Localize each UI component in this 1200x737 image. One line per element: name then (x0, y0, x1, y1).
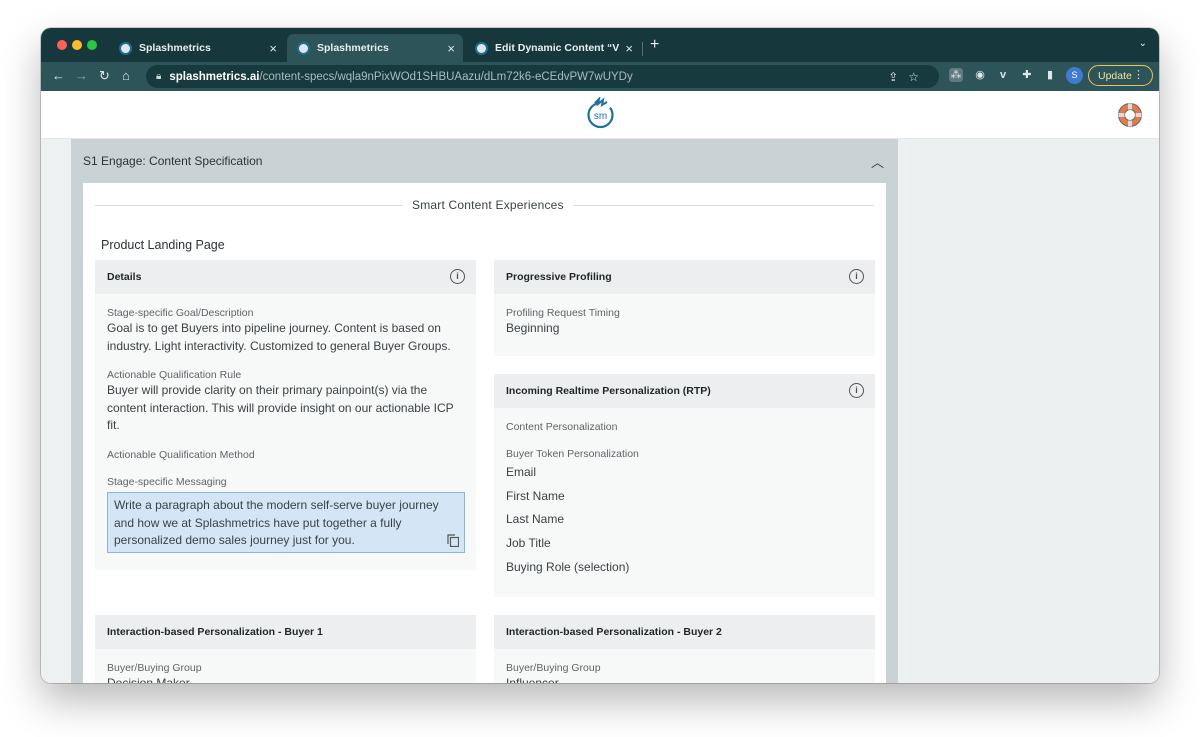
address-bar[interactable]: 🔒︎ splashmetrics.ai /content-specs/wqla9… (146, 65, 939, 88)
browser-toolbar: ← → ↻ ⌂ 🔒︎ splashmetrics.ai /content-spe… (41, 62, 1159, 91)
aq-rule-label: Actionable Qualification Rule (107, 369, 242, 381)
info-icon[interactable]: i (450, 269, 465, 284)
accordion-title: S1 Engage: Content Specification (83, 153, 263, 168)
token-item: Job Title (506, 536, 551, 550)
messaging-label: Stage-specific Messaging (107, 476, 227, 488)
close-icon[interactable]: × (269, 41, 277, 56)
buyer-2-card: Interaction-based Personalization - Buye… (494, 615, 875, 683)
token-item: First Name (506, 489, 565, 503)
aq-method-label: Actionable Qualification Method (107, 449, 255, 461)
lock-icon: 🔒︎ (156, 71, 162, 82)
buyer-group-value: Influencer (506, 676, 559, 683)
chevron-up-icon[interactable]: ︿ (871, 152, 884, 171)
browser-window: Splashmetrics × Splashmetrics × Edit Dyn… (41, 28, 1159, 683)
tab-title: Splashmetrics (139, 42, 211, 54)
rtp-card: Incoming Realtime Personalization (RTP) … (494, 374, 875, 597)
back-arrow-icon[interactable]: ← (52, 68, 65, 83)
buyer-group-label: Buyer/Buying Group (107, 662, 202, 674)
tab-search-chevron-icon[interactable]: ⌄ (1139, 38, 1147, 49)
zoom-window-button[interactable] (87, 40, 97, 50)
url-path: /content-specs/wqla9nPixWOd1SHBUAazu/dLm… (259, 70, 633, 83)
aq-rule-value: Buyer will provide clarity on their prim… (107, 383, 454, 432)
token-personalization-label: Buyer Token Personalization (506, 448, 639, 460)
spec-content: Smart Content Experiences Product Landin… (83, 183, 886, 683)
progressive-profiling-card: Progressive Profiling i Profiling Reques… (494, 260, 875, 356)
timing-label: Profiling Request Timing (506, 307, 620, 319)
reload-icon[interactable]: ↻ (99, 68, 110, 84)
splashmetrics-favicon-icon (297, 41, 310, 55)
card-title: Interaction-based Personalization - Buye… (506, 626, 722, 638)
card-title: Interaction-based Personalization - Buye… (107, 626, 323, 638)
messaging-text-box[interactable]: Write a paragraph about the modern self-… (107, 492, 465, 553)
card-title: Progressive Profiling (506, 271, 612, 283)
card-header: Incoming Realtime Personalization (RTP) … (494, 374, 875, 408)
new-tab-button[interactable]: + (650, 36, 659, 54)
tab-separator (642, 42, 643, 56)
update-button[interactable]: Update ⋮ (1088, 65, 1153, 86)
browser-tab-2[interactable]: Splashmetrics × (287, 34, 463, 62)
token-item: Email (506, 465, 537, 479)
globe-favicon-icon (475, 41, 488, 55)
card-header: Progressive Profiling i (494, 260, 875, 294)
profile-avatar[interactable]: S (1066, 67, 1083, 84)
content-spec-panel: S1 Engage: Content Specification ︿ Smart… (71, 139, 898, 683)
messaging-value: Write a paragraph about the modern self-… (114, 498, 439, 547)
token-item: Last Name (506, 512, 565, 526)
extension-icon[interactable]: ⁂ (949, 68, 963, 82)
close-window-button[interactable] (57, 40, 67, 50)
splashmetrics-logo[interactable]: sm (585, 97, 616, 131)
tab-title: Edit Dynamic Content “Version (495, 42, 619, 54)
token-item: Buying Role (selection) (506, 560, 630, 574)
side-panel-icon[interactable]: ▮ (1043, 68, 1057, 82)
logo-text: sm (594, 111, 607, 122)
forward-arrow-icon[interactable]: → (75, 68, 88, 83)
close-icon[interactable]: × (625, 41, 633, 56)
update-label: Update (1098, 69, 1132, 82)
card-header: Interaction-based Personalization - Buye… (494, 615, 875, 649)
content-personalization-label: Content Personalization (506, 421, 618, 433)
accordion-header[interactable]: S1 Engage: Content Specification ︿ (71, 139, 898, 182)
tab-strip: Splashmetrics × Splashmetrics × Edit Dyn… (41, 28, 1159, 62)
close-icon[interactable]: × (447, 41, 455, 56)
url-host: splashmetrics.ai (169, 70, 260, 83)
tab-title: Splashmetrics (317, 42, 389, 54)
buyer-1-card: Interaction-based Personalization - Buye… (95, 615, 476, 683)
details-card: Details i Stage-specific Goal/Descriptio… (95, 260, 476, 570)
info-icon[interactable]: i (849, 269, 864, 284)
onepassword-extension-icon[interactable]: ◉ (973, 68, 987, 82)
app-header: sm (41, 91, 1159, 139)
right-side-panel (910, 139, 1159, 683)
share-and-bookmark-icons[interactable]: ⇪☆ (888, 70, 929, 84)
info-icon[interactable]: i (849, 383, 864, 398)
left-gutter (41, 139, 71, 683)
buyer-group-value: Decision Maker (107, 676, 190, 683)
extensions-puzzle-icon[interactable]: ✚ (1020, 68, 1034, 82)
help-lifebuoy-icon[interactable] (1117, 102, 1143, 128)
card-title: Details (107, 271, 142, 283)
buyer-group-label: Buyer/Buying Group (506, 662, 601, 674)
minimize-window-button[interactable] (72, 40, 82, 50)
goal-label: Stage-specific Goal/Description (107, 307, 254, 319)
goal-value: Goal is to get Buyers into pipeline jour… (107, 321, 451, 353)
browser-tab-3[interactable]: Edit Dynamic Content “Version × (465, 34, 641, 62)
copy-icon[interactable] (447, 534, 459, 547)
card-header: Interaction-based Personalization - Buye… (95, 615, 476, 649)
more-menu-icon: ⋮ (1133, 69, 1144, 81)
home-icon[interactable]: ⌂ (122, 68, 130, 83)
vimeo-extension-icon[interactable]: v (996, 68, 1010, 82)
page-name: Product Landing Page (101, 238, 225, 252)
timing-value: Beginning (506, 321, 560, 335)
section-title: Smart Content Experiences (403, 198, 573, 212)
card-header: Details i (95, 260, 476, 294)
card-title: Incoming Realtime Personalization (RTP) (506, 385, 711, 397)
splashmetrics-favicon-icon (119, 41, 132, 55)
browser-tab-1[interactable]: Splashmetrics × (109, 34, 285, 62)
page-body: S1 Engage: Content Specification ︿ Smart… (41, 139, 1159, 683)
